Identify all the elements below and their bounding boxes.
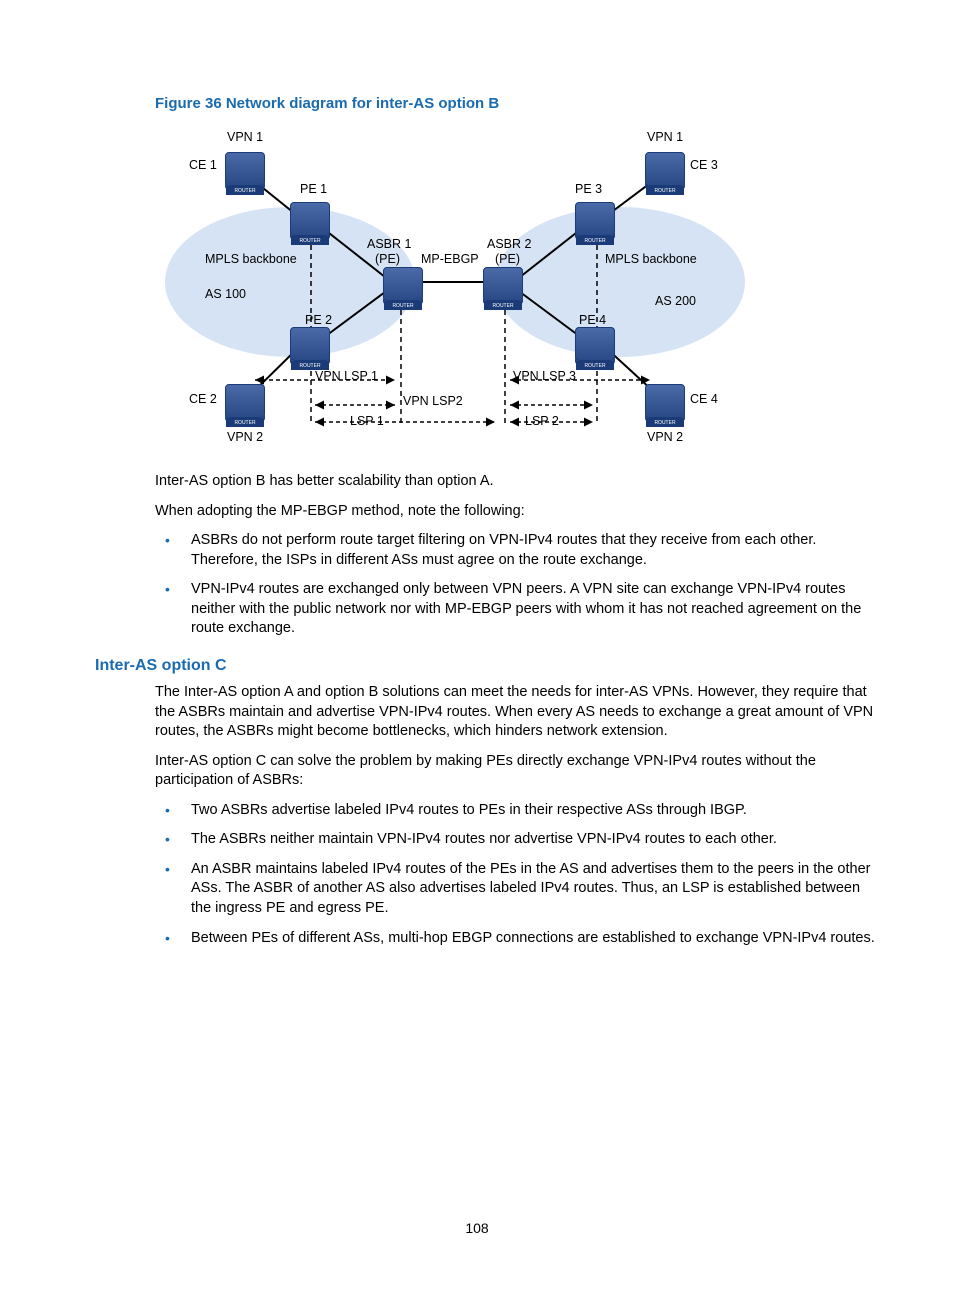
router-icon (645, 152, 685, 186)
label-pe2: PE 2 (305, 313, 332, 327)
list-item: An ASBR maintains labeled IPv4 routes of… (155, 860, 879, 919)
list-item: VPN-IPv4 routes are exchanged only betwe… (155, 580, 879, 639)
label-ce2: CE 2 (189, 392, 217, 406)
label-pe1: PE 1 (300, 182, 327, 196)
figure-caption: Figure 36 Network diagram for inter-AS o… (155, 95, 879, 112)
router-icon (575, 202, 615, 236)
router-icon (645, 384, 685, 418)
label-as200: AS 200 (655, 294, 696, 308)
router-icon (290, 202, 330, 236)
label-ce4: CE 4 (690, 392, 718, 406)
label-asbr2-pe: (PE) (495, 252, 520, 266)
label-mpls-left: MPLS backbone (205, 252, 297, 266)
router-icon (575, 327, 615, 361)
label-mp-ebgp: MP-EBGP (421, 252, 479, 266)
label-vpn2-right: VPN 2 (647, 430, 683, 444)
paragraph: Inter-AS option C can solve the problem … (155, 752, 879, 791)
label-ce1: CE 1 (189, 158, 217, 172)
label-vpn-lsp1: VPN LSP 1 (315, 369, 378, 383)
label-vpn-lsp3: VPN LSP 3 (513, 369, 576, 383)
paragraph: Inter-AS option B has better scalability… (155, 472, 879, 492)
router-icon (483, 267, 523, 301)
label-lsp2: LSP 2 (525, 414, 559, 428)
label-pe3: PE 3 (575, 182, 602, 196)
label-lsp1: LSP 1 (350, 414, 384, 428)
router-icon (383, 267, 423, 301)
list-item: Between PEs of different ASs, multi-hop … (155, 929, 879, 949)
router-icon (290, 327, 330, 361)
network-diagram: VPN 1 VPN 1 CE 1 CE 3 PE 1 PE 3 MPLS bac… (155, 122, 775, 462)
label-asbr1-pe: (PE) (375, 252, 400, 266)
list-item: The ASBRs neither maintain VPN-IPv4 rout… (155, 830, 879, 850)
label-pe4: PE 4 (579, 313, 606, 327)
label-vpn-lsp2: VPN LSP2 (403, 394, 463, 408)
paragraph: When adopting the MP-EBGP method, note t… (155, 502, 879, 522)
label-vpn1-left: VPN 1 (227, 130, 263, 144)
label-vpn1-right: VPN 1 (647, 130, 683, 144)
label-ce3: CE 3 (690, 158, 718, 172)
list-item: Two ASBRs advertise labeled IPv4 routes … (155, 801, 879, 821)
list-item: ASBRs do not perform route target filter… (155, 531, 879, 570)
router-icon (225, 152, 265, 186)
router-icon (225, 384, 265, 418)
label-vpn2-left: VPN 2 (227, 430, 263, 444)
bullet-list-1: ASBRs do not perform route target filter… (155, 531, 879, 639)
label-asbr2: ASBR 2 (487, 237, 531, 251)
paragraph: The Inter-AS option A and option B solut… (155, 683, 879, 742)
page-number: 108 (0, 1220, 954, 1236)
label-mpls-right: MPLS backbone (605, 252, 697, 266)
bullet-list-2: Two ASBRs advertise labeled IPv4 routes … (155, 801, 879, 948)
label-asbr1: ASBR 1 (367, 237, 411, 251)
section-heading: Inter-AS option C (95, 657, 879, 675)
label-as100: AS 100 (205, 287, 246, 301)
